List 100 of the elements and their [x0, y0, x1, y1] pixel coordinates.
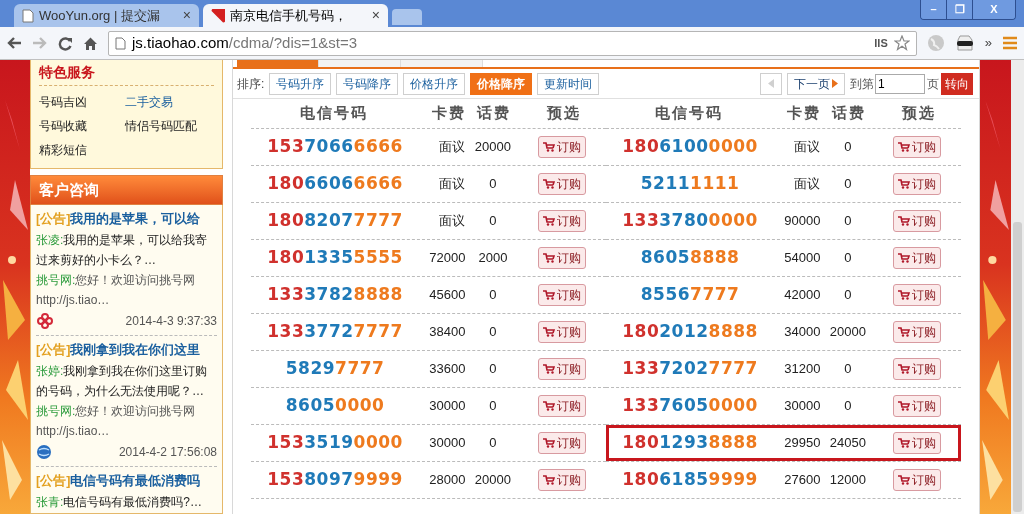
forward-icon[interactable]: [32, 36, 48, 50]
page-input[interactable]: 1: [875, 73, 925, 94]
consult-title[interactable]: [公告]我用的是苹果，可以给: [36, 208, 217, 230]
order-button[interactable]: 订购: [892, 469, 941, 491]
order-button[interactable]: 订购: [537, 173, 586, 195]
order-button[interactable]: 订购: [892, 173, 941, 195]
browser-tab[interactable]: 南京电信手机号码， ×: [203, 4, 388, 27]
extension-label[interactable]: IIS: [874, 34, 888, 52]
order-button[interactable]: 订购: [892, 210, 941, 232]
order-button[interactable]: 订购: [892, 247, 941, 269]
consult-date: 2014-4-3 9:37:33: [125, 313, 217, 330]
mask-icon[interactable]: [954, 35, 975, 51]
phone-number[interactable]: 86050000: [254, 393, 417, 419]
phone-number[interactable]: 13372027777: [609, 356, 772, 382]
order-button[interactable]: 订购: [537, 358, 586, 380]
phone-number[interactable]: 15370666666: [254, 134, 417, 160]
phone-number[interactable]: 13337727777: [254, 319, 417, 345]
sort-option[interactable]: 价格升序: [403, 72, 466, 95]
next-page-button[interactable]: 下一页: [787, 72, 845, 95]
close-tab-button[interactable]: ×: [371, 5, 380, 26]
column-header: 卡费: [786, 103, 821, 125]
phone-number[interactable]: 52111111: [609, 171, 772, 197]
menu-icon[interactable]: [1002, 36, 1018, 50]
tab-title: 南京电信手机号码，: [230, 6, 348, 25]
service-link[interactable]: 二手交易: [125, 90, 214, 114]
service-link[interactable]: 号码吉凶: [39, 90, 125, 114]
phone-number[interactable]: 15380979999: [254, 467, 417, 493]
order-button[interactable]: 订购: [537, 210, 586, 232]
service-link[interactable]: 号码收藏: [39, 114, 125, 138]
phone-number[interactable]: 13337800000: [609, 208, 772, 234]
card-fee: 33600: [428, 360, 466, 379]
service-link[interactable]: 情侣号码匹配: [125, 114, 214, 138]
order-button[interactable]: 订购: [537, 432, 586, 454]
phone-number[interactable]: 13376050000: [609, 393, 772, 419]
card-fee: 27600: [783, 471, 821, 490]
phone-number[interactable]: 18013355555: [254, 245, 417, 271]
cart-icon: [542, 364, 555, 374]
cart-icon: [897, 327, 910, 337]
order-button[interactable]: 订购: [892, 432, 941, 454]
order-button[interactable]: 订购: [892, 321, 941, 343]
page-icon: [22, 8, 34, 23]
phone-number[interactable]: 18061000000: [609, 134, 772, 160]
category-tab[interactable]: [319, 60, 401, 67]
cart-icon: [542, 253, 555, 263]
phone-number[interactable]: 18061859999: [609, 467, 772, 493]
consult-title[interactable]: [公告]我刚拿到我在你们这里: [36, 339, 217, 361]
order-button[interactable]: 订购: [892, 395, 941, 417]
new-tab-button[interactable]: [392, 9, 422, 25]
column-header: 电信号码: [298, 103, 369, 125]
cart-icon: [542, 216, 555, 226]
consult-reply: 挑号网:您好！欢迎访问挑号网 http://js.tiao…: [36, 272, 197, 309]
phone-number[interactable]: 18020128888: [609, 319, 772, 345]
call-fee: 0: [843, 286, 853, 305]
sort-option[interactable]: 号码升序: [269, 72, 332, 95]
goto-label: 到第: [850, 75, 874, 93]
card-fee: 54000: [783, 249, 821, 268]
order-button[interactable]: 订购: [537, 321, 586, 343]
reload-icon[interactable]: [58, 35, 73, 51]
sort-option[interactable]: 号码降序: [336, 72, 399, 95]
phone-number[interactable]: 15335190000: [254, 430, 417, 456]
scrollbar-thumb[interactable]: [1013, 222, 1022, 512]
back-icon[interactable]: [6, 36, 22, 50]
consult-title[interactable]: [公告]电信号码有最低消费吗: [36, 470, 217, 492]
order-button[interactable]: 订购: [537, 284, 586, 306]
order-button[interactable]: 订购: [537, 395, 586, 417]
service-link[interactable]: 精彩短信: [39, 138, 125, 162]
phone-number[interactable]: 86058888: [609, 245, 772, 271]
order-button[interactable]: 订购: [537, 469, 586, 491]
column-header: 话费: [830, 103, 867, 125]
cart-icon: [897, 290, 910, 300]
phone-number[interactable]: 18066066666: [254, 171, 417, 197]
phone-number[interactable]: 18012938888: [609, 430, 772, 456]
phone-number[interactable]: 85567777: [609, 282, 772, 308]
go-button[interactable]: 转向: [941, 72, 973, 95]
address-bar[interactable]: js.tiaohao.com/cdma/?dis=1&st=3 IIS: [108, 30, 917, 56]
order-button[interactable]: 订购: [892, 358, 941, 380]
order-button[interactable]: 订购: [537, 247, 586, 269]
globe-icon[interactable]: [926, 34, 945, 52]
card-fee: 面议: [438, 175, 466, 194]
sort-option[interactable]: 更新时间: [537, 72, 600, 95]
cart-icon: [897, 401, 910, 411]
home-icon[interactable]: [83, 35, 98, 51]
card-fee: 面议: [438, 212, 466, 231]
overflow-button[interactable]: »: [984, 33, 992, 53]
category-tab[interactable]: [237, 60, 319, 67]
star-icon[interactable]: [893, 35, 910, 51]
browser-tab[interactable]: WooYun.org | 提交漏 ×: [14, 4, 199, 27]
order-button[interactable]: 订购: [892, 284, 941, 306]
call-fee: 0: [843, 397, 853, 416]
close-tab-button[interactable]: ×: [182, 5, 191, 26]
phone-number[interactable]: 58297777: [254, 356, 417, 382]
order-button[interactable]: 订购: [892, 136, 941, 158]
phone-number[interactable]: 18082077777: [254, 208, 417, 234]
cart-icon: [897, 142, 910, 152]
call-fee: 0: [488, 286, 498, 305]
phone-number[interactable]: 13337828888: [254, 282, 417, 308]
call-fee: 0: [843, 360, 853, 379]
call-fee: 20000: [828, 323, 867, 342]
category-tab[interactable]: [401, 60, 483, 67]
order-button[interactable]: 订购: [537, 136, 586, 158]
